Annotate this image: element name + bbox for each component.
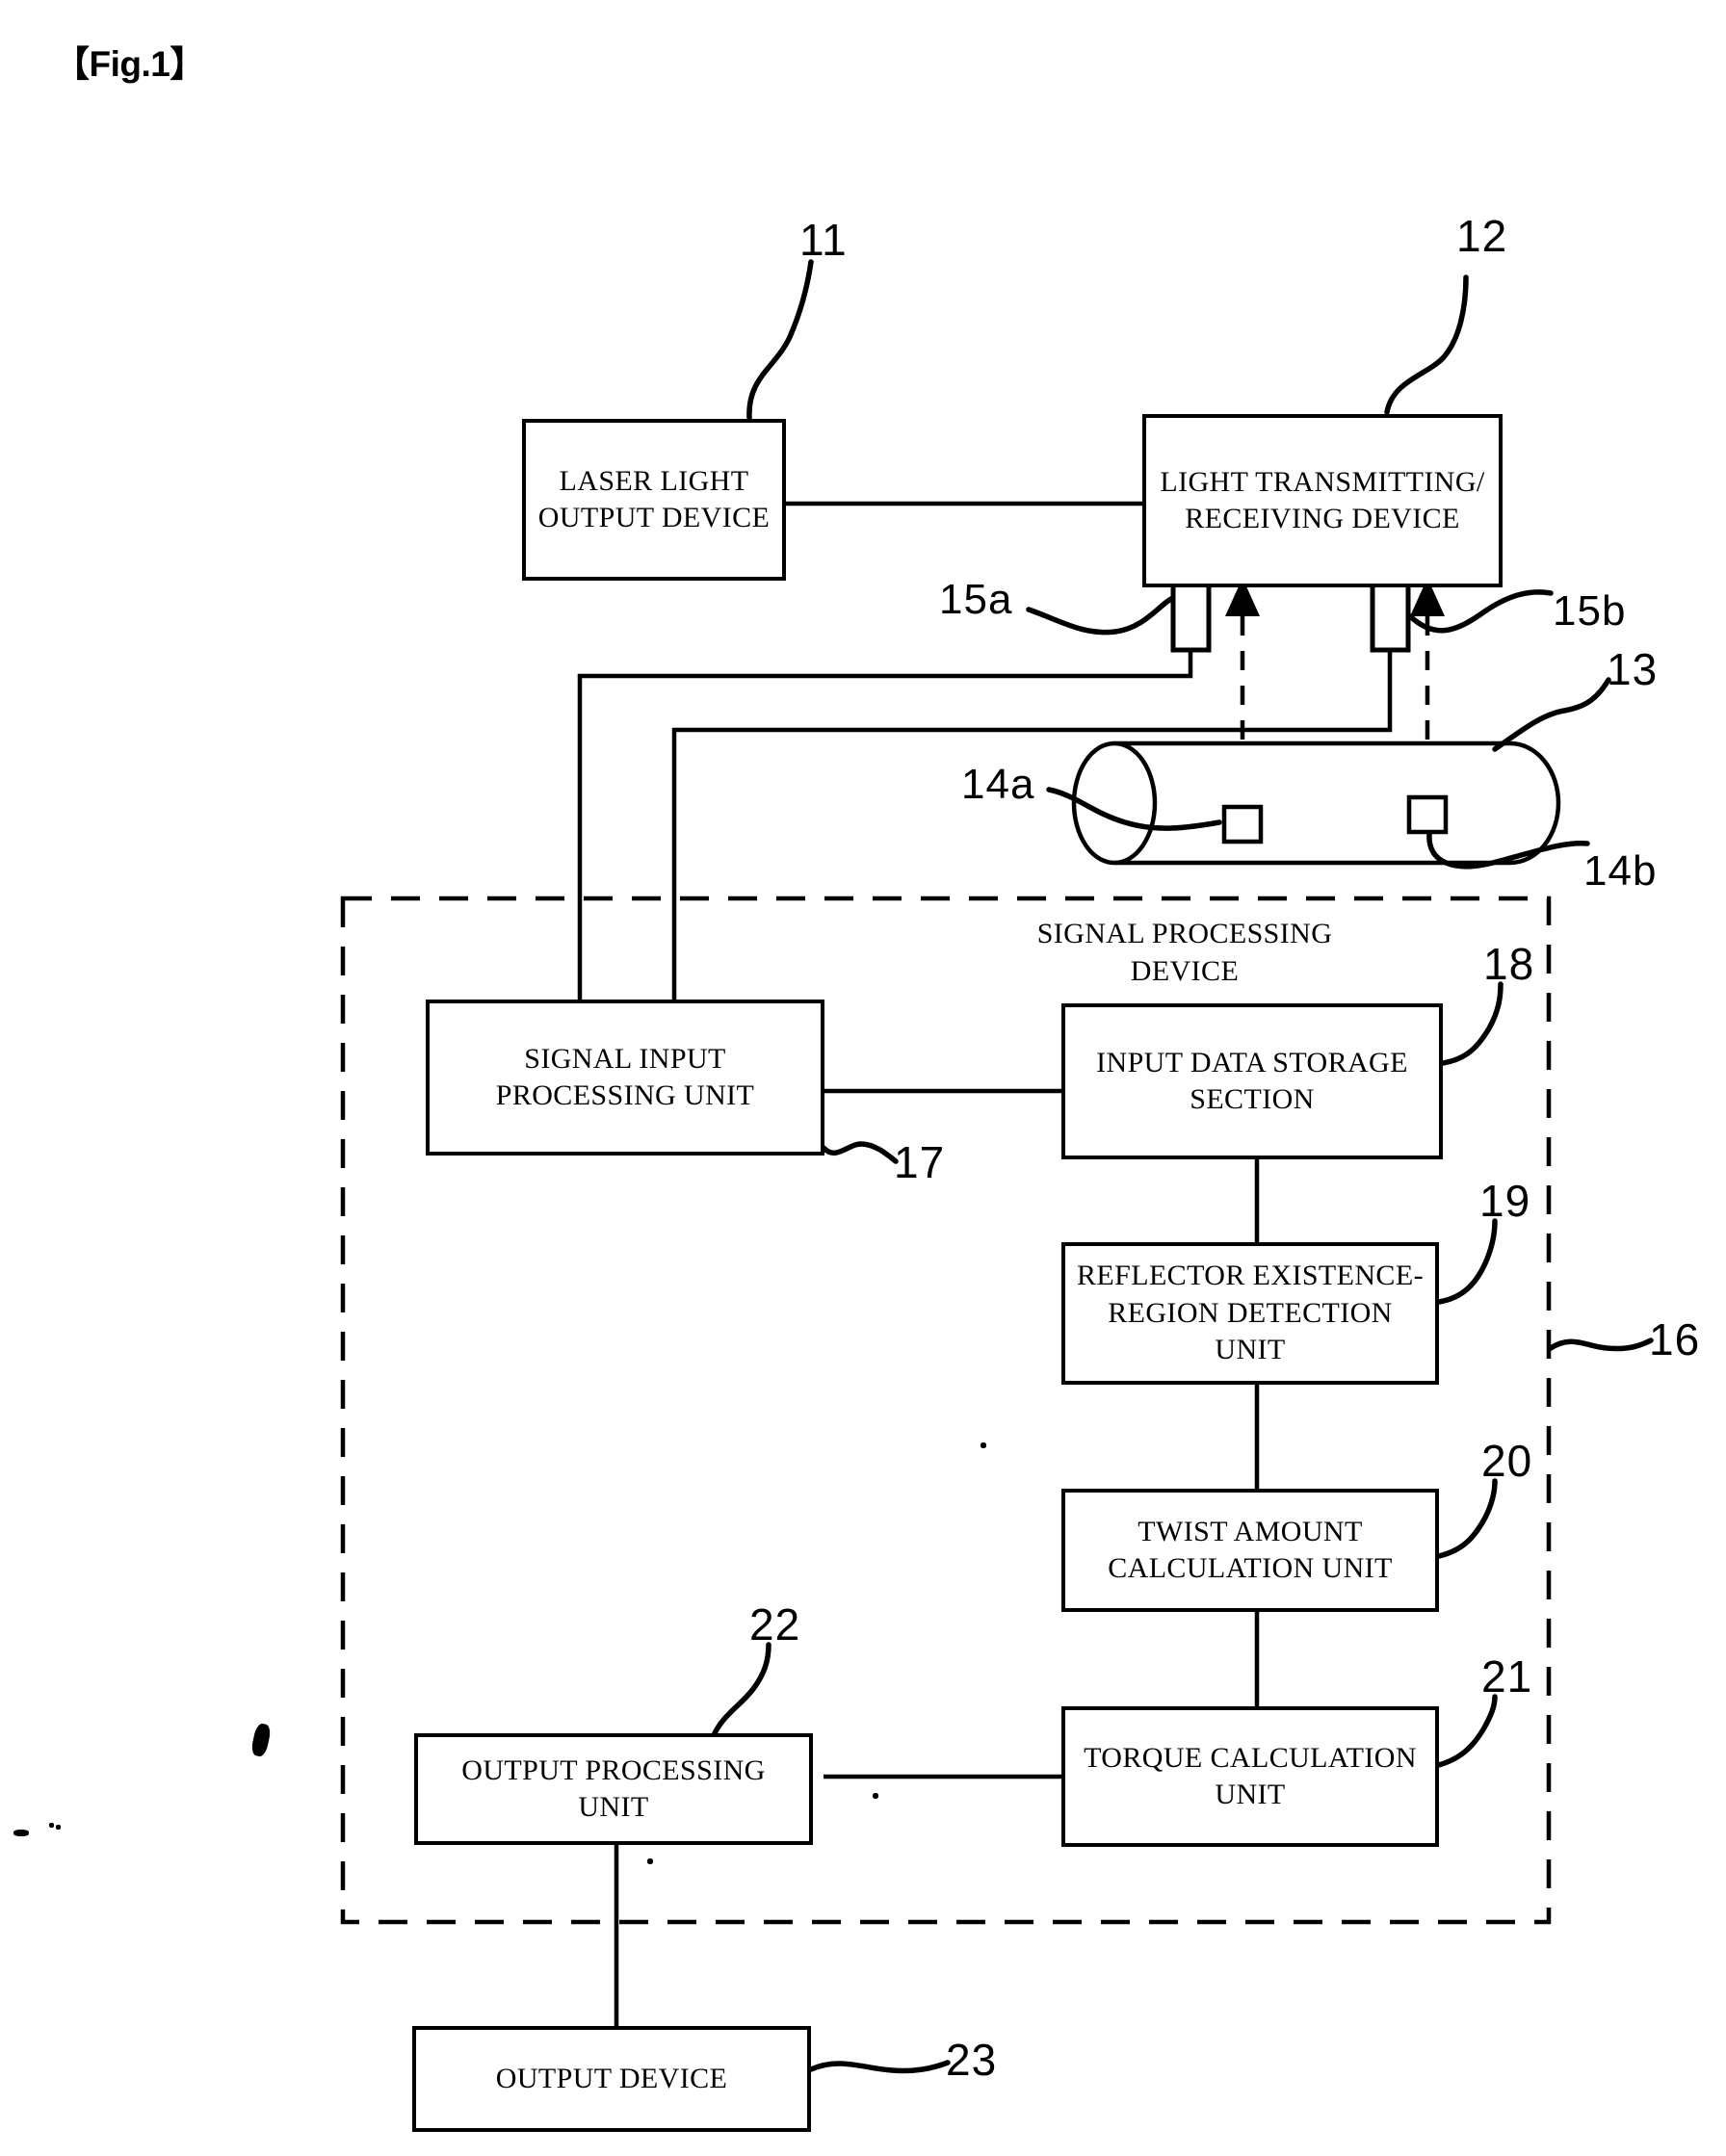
box-output-processing-unit[interactable]: OUTPUT PROCESSING UNIT xyxy=(414,1733,813,1845)
reference-numeral-19: 19 xyxy=(1479,1176,1531,1226)
reference-numeral-23: 23 xyxy=(946,2035,998,2085)
leader-18 xyxy=(1440,981,1504,1066)
leader-20 xyxy=(1436,1478,1498,1559)
leader-13 xyxy=(1492,677,1611,752)
reference-numeral-11: 11 xyxy=(799,215,848,265)
reference-numeral-14b: 14b xyxy=(1583,847,1658,895)
leader-17 xyxy=(821,1141,899,1164)
probe-15a xyxy=(1170,582,1212,653)
patent-figure: 【Fig.1】 LASER LIGHT OUTPUT DEVICE LIGHT … xyxy=(0,0,1726,2156)
box-label-torque-calculation-unit: TORQUE CALCULATION UNIT xyxy=(1084,1741,1417,1810)
box-output-device[interactable]: OUTPUT DEVICE xyxy=(412,2026,811,2132)
scan-artifact-dot-b xyxy=(56,1825,61,1830)
leader-11 xyxy=(746,259,814,421)
box-signal-input-processing-unit[interactable]: SIGNAL INPUT PROCESSING UNIT xyxy=(426,1000,824,1156)
reference-numeral-14a: 14a xyxy=(961,761,1035,808)
leader-23 xyxy=(808,2060,951,2074)
reference-numeral-18: 18 xyxy=(1483,939,1535,989)
scan-artifact-dot-d xyxy=(873,1793,878,1799)
box-label-light-transmitting-receiving-device: LIGHT TRANSMITTING/ RECEIVING DEVICE xyxy=(1160,465,1485,534)
shaft-body xyxy=(1114,740,1561,866)
scan-artifact-dot-a xyxy=(49,1823,54,1828)
box-label-input-data-storage-section: INPUT DATA STORAGE SECTION xyxy=(1096,1046,1408,1115)
leader-15a xyxy=(1026,596,1174,636)
box-laser-light-output-device[interactable]: LASER LIGHT OUTPUT DEVICE xyxy=(522,419,786,581)
box-reflector-existence-region-detection-unit[interactable]: REFLECTOR EXISTENCE- REGION DETECTION UN… xyxy=(1061,1242,1439,1385)
box-label-reflector-existence-region-detection-unit: REFLECTOR EXISTENCE- REGION DETECTION UN… xyxy=(1077,1260,1424,1366)
reference-numeral-15b: 15b xyxy=(1553,587,1627,635)
diagram-lines xyxy=(340,259,1654,2074)
leader-19 xyxy=(1436,1218,1498,1305)
reference-numeral-12: 12 xyxy=(1456,211,1508,261)
scan-artifact-dot-e xyxy=(647,1858,653,1864)
box-light-transmitting-receiving-device[interactable]: LIGHT TRANSMITTING/ RECEIVING DEVICE xyxy=(1142,414,1503,587)
leader-21 xyxy=(1432,1694,1498,1769)
reference-numeral-16: 16 xyxy=(1649,1314,1701,1364)
reference-numeral-17: 17 xyxy=(894,1137,946,1187)
reference-numeral-21: 21 xyxy=(1481,1651,1533,1701)
box-label-laser-light-output-device: LASER LIGHT OUTPUT DEVICE xyxy=(537,464,771,533)
leader-22 xyxy=(712,1642,771,1736)
box-label-output-processing-unit: OUTPUT PROCESSING UNIT xyxy=(461,1753,766,1823)
reflector-14b xyxy=(1406,794,1449,835)
scan-artifact-dot-left xyxy=(13,1830,29,1836)
box-label-signal-input-processing-unit: SIGNAL INPUT PROCESSING UNIT xyxy=(495,1042,755,1111)
signal-processing-device-title: SIGNAL PROCESSING DEVICE xyxy=(1036,918,1333,987)
box-input-data-storage-section[interactable]: INPUT DATA STORAGE SECTION xyxy=(1061,1003,1443,1159)
reference-numeral-15a: 15a xyxy=(939,576,1013,623)
reference-numeral-20: 20 xyxy=(1481,1436,1533,1486)
reference-numeral-22: 22 xyxy=(749,1599,801,1649)
box-label-twist-amount-calculation-unit: TWIST AMOUNT CALCULATION UNIT xyxy=(1108,1515,1393,1584)
leader-12 xyxy=(1384,274,1469,415)
reference-numeral-13: 13 xyxy=(1607,644,1659,694)
leader-16 xyxy=(1548,1338,1654,1352)
box-twist-amount-calculation-unit[interactable]: TWIST AMOUNT CALCULATION UNIT xyxy=(1061,1489,1439,1612)
box-torque-calculation-unit[interactable]: TORQUE CALCULATION UNIT xyxy=(1061,1706,1439,1847)
box-label-output-device: OUTPUT DEVICE xyxy=(495,2062,728,2094)
reflector-14a xyxy=(1221,804,1264,844)
probe-15b xyxy=(1370,582,1411,653)
scan-artifact-dot-c xyxy=(981,1442,986,1448)
